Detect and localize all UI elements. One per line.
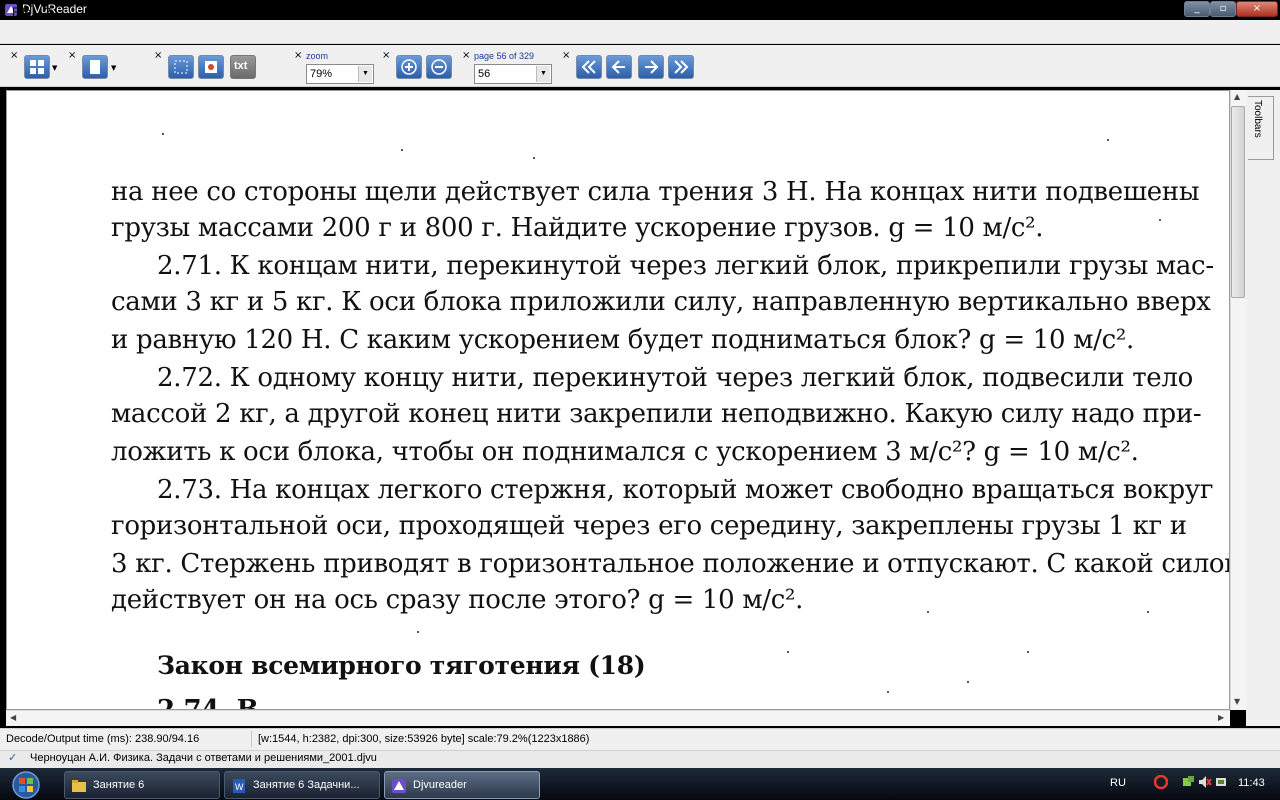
page-select[interactable]: 56 ▼	[474, 64, 552, 84]
text-line: горизонтальной оси, проходящей через его…	[111, 511, 1187, 541]
chevron-down-icon[interactable]: ▼	[536, 66, 550, 82]
zoom-value: 79%	[310, 68, 333, 80]
task-label: Занятие 6	[93, 779, 145, 791]
document-view[interactable]: на нее со стороны щели действует сила тр…	[6, 90, 1230, 710]
zoom-label: zoom	[306, 51, 329, 61]
page-value: 56	[478, 68, 491, 80]
decode-time: Decode/Output time (ms): 238.90/94.16	[0, 731, 252, 747]
battery-icon[interactable]	[1214, 775, 1228, 789]
minimize-button[interactable]: _	[1184, 1, 1210, 17]
text-line: на нее со стороны щели действует сила тр…	[111, 177, 1200, 207]
close-button[interactable]: ×	[1236, 1, 1278, 17]
text-select-button[interactable]: txt	[230, 55, 256, 79]
image-info: [w:1544, h:2382, dpi:300, size:53926 byt…	[258, 733, 590, 745]
problem-2-73: 2.73. На концах легкого стержня, который…	[157, 475, 1214, 505]
scroll-down-icon[interactable]: ▼	[1234, 697, 1240, 706]
task-djvureader[interactable]: Djvureader	[384, 771, 540, 799]
language-indicator[interactable]: RU	[1110, 777, 1126, 789]
layout-mode-button[interactable]	[24, 55, 50, 79]
zoom-out-button[interactable]	[426, 55, 452, 79]
toolbar-close-icon[interactable]: ×	[562, 51, 570, 61]
folder-icon	[72, 780, 86, 792]
text-line: 3 кг. Стержень приводят в горизонтальное…	[111, 549, 1230, 579]
chevron-down-icon[interactable]: ▼	[52, 64, 57, 72]
toolbar-close-icon[interactable]: ×	[294, 51, 302, 61]
menu-bar	[0, 20, 1280, 44]
network-icon[interactable]	[1182, 775, 1196, 789]
text-line: 2.74. В	[157, 695, 259, 710]
toolbar-close-icon[interactable]: ×	[462, 51, 470, 61]
zoom-out-icon	[431, 59, 447, 75]
svg-text:W: W	[235, 782, 244, 792]
toolbars-tab-label: Toolbars	[1252, 100, 1263, 138]
window-title: DjVuReader	[22, 2, 87, 16]
text-line: действует он на ось сразу после этого? g…	[111, 585, 804, 615]
page-label: page 56 of 329	[474, 51, 535, 61]
selection-icon	[174, 60, 188, 74]
task-label: Djvureader	[413, 779, 467, 791]
problem-2-71: 2.71. К концам нити, перекинутой через л…	[157, 251, 1214, 281]
open-file-tab[interactable]: Черноуцан А.И. Физика. Задачи с ответами…	[30, 752, 377, 764]
right-panel	[1246, 90, 1280, 726]
text-line: ложить к оси блока, чтобы он поднимался …	[111, 437, 1139, 467]
double-chevron-right-icon	[674, 60, 689, 74]
menu-help[interactable]: ?	[44, 5, 51, 19]
horizontal-scrollbar[interactable]	[6, 710, 1230, 726]
text-line: сами 3 кг и 5 кг. К оси блока приложили …	[111, 287, 1211, 317]
text-line: грузы массами 200 г и 800 г. Найдите уск…	[111, 213, 1044, 243]
toolbar-close-icon[interactable]: ×	[382, 51, 390, 61]
arrow-left-icon	[611, 60, 625, 74]
volume-muted-icon[interactable]	[1198, 775, 1212, 789]
maximize-button[interactable]: ▫	[1210, 1, 1236, 17]
task-label: Занятие 6 Задачни...	[253, 779, 360, 791]
page-view-button[interactable]	[82, 55, 108, 79]
opera-icon[interactable]	[1154, 775, 1168, 789]
check-icon: ✓	[8, 751, 18, 764]
text-line: и равную 120 Н. С каким ускорением будет…	[111, 325, 1134, 355]
zoom-in-button[interactable]	[396, 55, 422, 79]
toolbar-close-icon[interactable]: ×	[10, 51, 18, 61]
menu-file[interactable]: File	[12, 5, 31, 19]
last-page-button[interactable]	[668, 55, 694, 79]
start-button[interactable]	[4, 770, 52, 800]
arrow-right-icon	[645, 60, 659, 74]
task-word[interactable]: W Занятие 6 Задачни...	[224, 771, 380, 799]
chevron-down-icon[interactable]: ▼	[358, 66, 372, 82]
scroll-left-icon[interactable]: ◀	[10, 713, 16, 722]
scroll-up-icon[interactable]: ▲	[1234, 92, 1240, 101]
clock[interactable]: 11:43	[1238, 777, 1265, 789]
select-area-button[interactable]	[168, 55, 194, 79]
image-select-button[interactable]	[198, 55, 224, 79]
zoom-in-icon	[401, 59, 417, 75]
zoom-select[interactable]: 79% ▼	[306, 64, 374, 84]
text-line: массой 2 кг, а другой конец нити закрепи…	[111, 399, 1202, 429]
text-button-label: txt	[234, 60, 248, 72]
chevron-down-icon[interactable]: ▼	[111, 64, 116, 72]
image-icon	[205, 61, 217, 73]
title-bar	[0, 0, 1280, 20]
toolbar-close-icon[interactable]: ×	[154, 51, 162, 61]
scroll-right-icon[interactable]: ▶	[1218, 713, 1224, 722]
word-document-icon: W	[233, 779, 245, 793]
problem-2-72: 2.72. К одному концу нити, перекинутой ч…	[157, 363, 1193, 393]
page-icon	[90, 60, 100, 74]
double-chevron-left-icon	[581, 60, 596, 74]
task-folder[interactable]: Занятие 6	[64, 771, 220, 799]
prev-page-button[interactable]	[606, 55, 632, 79]
vertical-scroll-thumb[interactable]	[1231, 106, 1245, 298]
next-page-button[interactable]	[638, 55, 664, 79]
first-page-button[interactable]	[576, 55, 602, 79]
djvu-app-icon	[392, 779, 406, 793]
layout-icon	[30, 60, 44, 74]
toolbar-close-icon[interactable]: ×	[68, 51, 76, 61]
section-heading: Закон всемирного тяготения (18)	[157, 651, 646, 680]
